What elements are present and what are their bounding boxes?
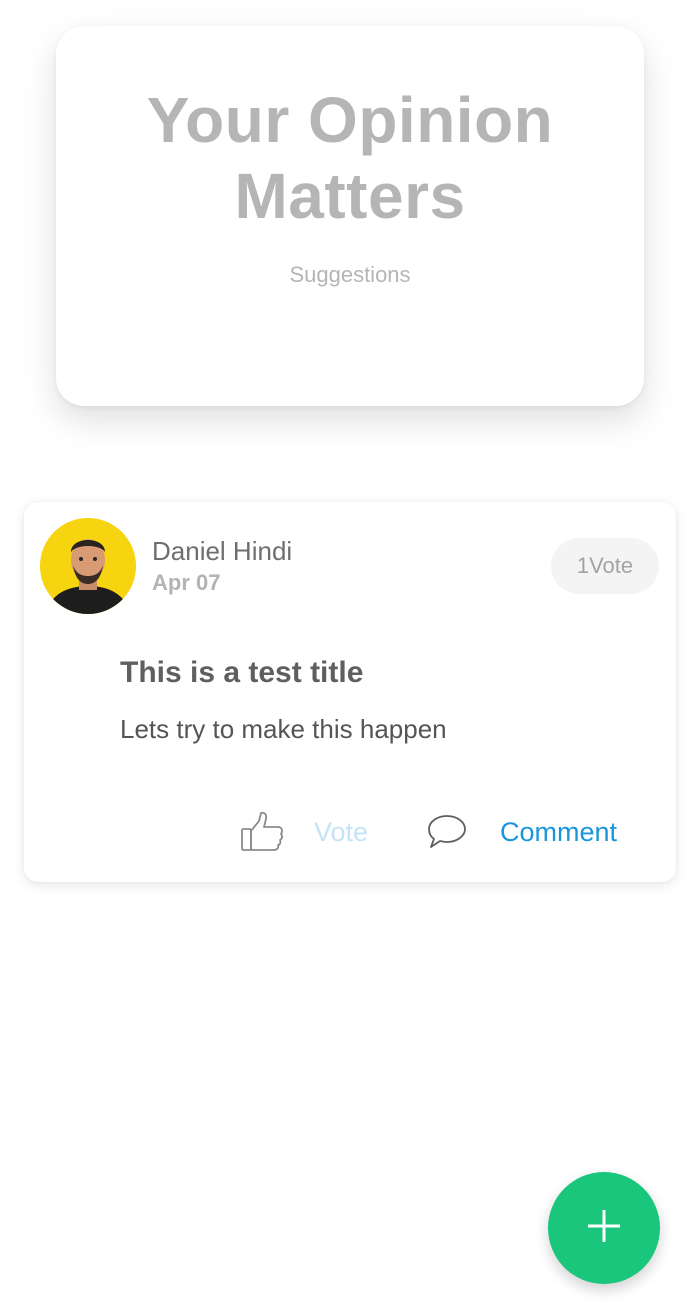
header-card: Your Opinion Matters Suggestions	[56, 26, 644, 406]
vote-button[interactable]: Vote	[240, 808, 368, 856]
page-title: Your Opinion Matters	[146, 84, 554, 232]
avatar[interactable]	[40, 518, 136, 614]
post-date: Apr 07	[152, 570, 221, 595]
page-subtitle: Suggestions	[289, 262, 411, 287]
thumbs-up-icon	[240, 811, 284, 853]
avatar-photo	[40, 518, 136, 614]
comment-button-label: Comment	[500, 816, 618, 847]
plus-icon	[586, 1208, 622, 1249]
author-name: Daniel Hindi	[152, 536, 293, 566]
suggestions-page: Your Opinion Matters Suggestions Daniel …	[0, 0, 698, 1308]
vote-count: 1	[576, 553, 590, 578]
vote-button-label: Vote	[314, 816, 369, 847]
suggestion-card: Daniel Hindi Apr 07 1 Vote This is a test…	[24, 502, 676, 882]
speech-bubble-icon	[426, 813, 468, 851]
add-suggestion-button[interactable]	[548, 1172, 660, 1284]
vote-count-label: Vote	[589, 553, 634, 578]
vote-count-badge: 1 Vote	[551, 538, 659, 594]
suggestion-title: This is a test title	[120, 656, 364, 689]
suggestion-body: Lets try to make this happen	[120, 714, 447, 744]
comment-button[interactable]: Comment	[426, 808, 617, 856]
